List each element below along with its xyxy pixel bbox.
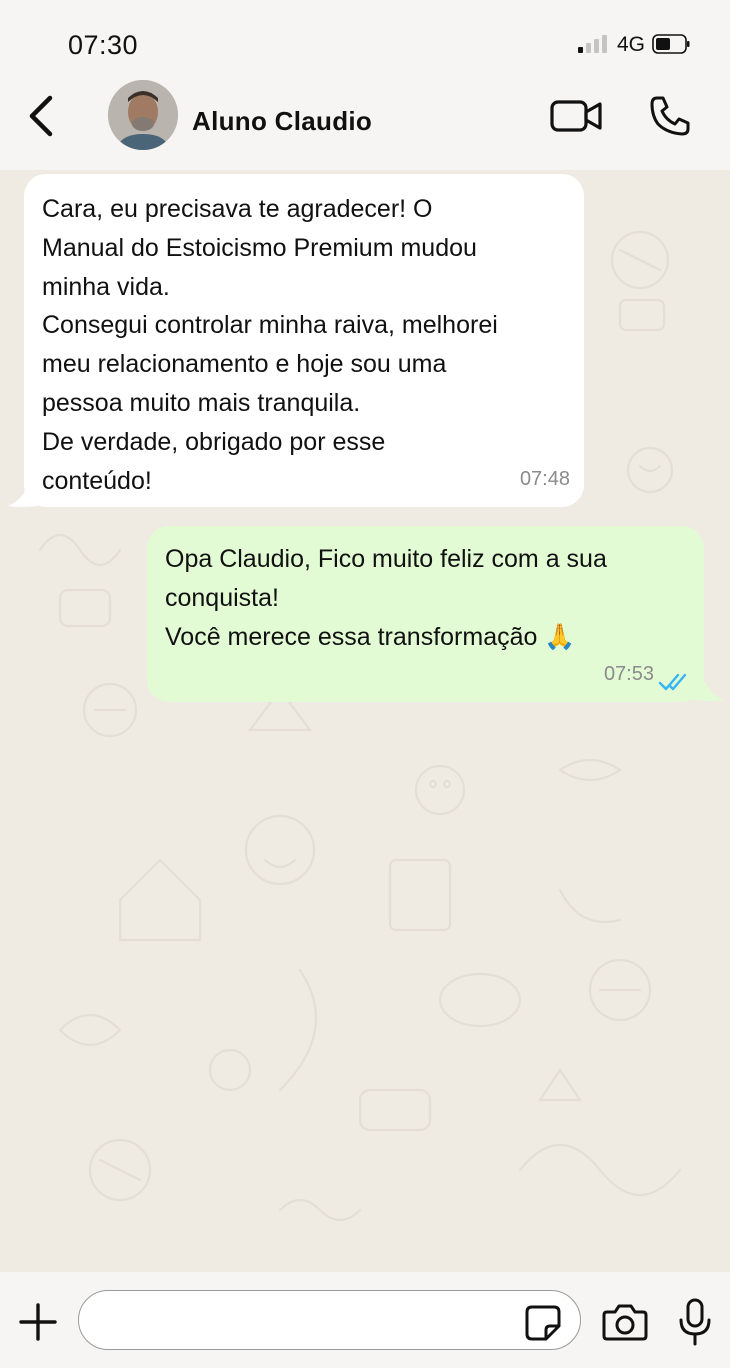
message-bubble-outgoing[interactable]: Opa Claudio, Fico muito feliz com a sua … [147, 526, 704, 702]
chat-area[interactable]: Cara, eu precisava te agradecer! O Manua… [0, 170, 730, 1272]
video-call-icon[interactable] [548, 96, 604, 136]
battery-icon [652, 34, 690, 54]
chat-header: Aluno Claudio [0, 80, 730, 170]
sticker-icon[interactable] [524, 1304, 562, 1342]
phone-icon[interactable] [648, 94, 692, 138]
signal-icon [578, 35, 607, 53]
message-time: 07:53 [603, 663, 654, 686]
message-bubble-incoming[interactable]: Cara, eu precisava te agradecer! O Manua… [24, 174, 584, 507]
read-receipt-icon [658, 673, 687, 691]
camera-icon[interactable] [602, 1302, 648, 1342]
network-type: 4G [617, 33, 646, 56]
plus-icon[interactable] [18, 1302, 58, 1342]
microphone-icon[interactable] [678, 1298, 712, 1346]
back-arrow-icon[interactable] [22, 94, 62, 138]
message-input[interactable] [78, 1290, 581, 1350]
avatar-photo [108, 80, 178, 150]
bubble-tail-icon [8, 488, 38, 507]
avatar[interactable] [108, 80, 178, 150]
contact-name[interactable]: Aluno Claudio [192, 106, 372, 137]
status-bar: 07:30 4G [0, 0, 730, 80]
bubble-tail-icon [694, 682, 724, 701]
message-composer [0, 1272, 730, 1368]
status-time: 07:30 [68, 30, 139, 60]
message-text: Cara, eu precisava te agradecer! O Manua… [42, 195, 498, 495]
message-time: 07:48 [519, 468, 570, 491]
message-text: Opa Claudio, Fico muito feliz com a sua … [165, 545, 607, 651]
